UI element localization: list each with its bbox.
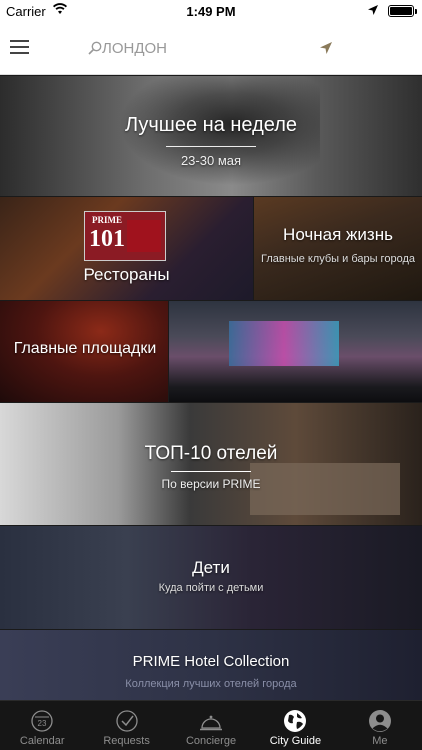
person-icon [368,710,391,732]
tile-top-hotels[interactable]: ТОП-10 отелей По версии PRIME [0,403,422,525]
battery-icon [388,5,417,17]
prime-101-logo: PRIME 101 [84,211,166,261]
tab-label: Concierge [185,735,237,747]
globe-icon [284,710,307,732]
tile-subtitle: По версии PRIME [161,477,261,491]
tab-label: Me [372,735,388,747]
tab-calendar[interactable]: 23 Calendar [0,701,84,750]
tab-city-guide[interactable]: City Guide [253,701,337,750]
tab-label: City Guide [269,735,322,747]
nav-bar [0,22,422,75]
svg-text:23: 23 [38,719,47,728]
divider [171,471,251,472]
tile-date: 23-30 мая [180,153,242,168]
tile-subtitle: Куда пойти с детьми [158,582,264,594]
tile-title: ТОП-10 отелей [144,443,278,464]
location-services-icon [368,5,378,15]
tile-title: Ночная жизнь [283,225,393,244]
service-bell-icon [200,715,223,731]
battery-fill [390,7,412,15]
tab-label: Calendar [19,735,65,747]
tile-title: Рестораны [83,265,170,284]
status-bar: Carrier 1:49 PM [0,0,422,22]
tile-venues-title: Главные площадки [13,340,157,357]
tab-label: Requests [103,735,150,747]
city-search[interactable] [88,36,308,60]
tile-best-of-week[interactable]: Лучшее на неделе 23-30 мая [0,76,422,196]
tile-title: Дети [192,558,230,577]
tile-title: Лучшее на неделе [125,114,297,136]
location-arrow-icon[interactable] [319,41,333,55]
tab-me[interactable]: Me [338,701,422,750]
magnifier-icon [88,41,102,55]
stage-lights [229,321,339,366]
tile-subtitle: Коллекция лучших отелей города [125,678,297,690]
clock: 1:49 PM [186,4,236,19]
search-input[interactable] [102,36,302,60]
tile-subtitle: Главные клубы и бары города [261,253,415,265]
calendar-icon: 23 [31,710,53,732]
tile-title: PRIME Hotel Collection [132,653,290,670]
divider [166,146,256,147]
tab-requests[interactable]: Requests [84,701,168,750]
tile-kids[interactable]: Дети Куда пойти с детьми [0,526,422,629]
tab-concierge[interactable]: Concierge [169,701,253,750]
tile-nightlife[interactable]: Ночная жизнь Главные клубы и бары города [254,197,422,300]
tile-hotel-collection[interactable]: PRIME Hotel Collection Коллекция лучших … [0,630,422,700]
checkmark-circle-icon [115,710,138,732]
hamburger-icon[interactable] [10,40,29,55]
tab-bar: 23 Calendar Requests Concierge City Guid… [0,700,422,750]
tile-venues-concert-photo[interactable] [169,301,422,402]
tile-best-of-week-label: Лучшее на неделе 23-30 мая [0,114,422,168]
tile-restaurants[interactable]: PRIME 101 Рестораны [0,197,253,300]
